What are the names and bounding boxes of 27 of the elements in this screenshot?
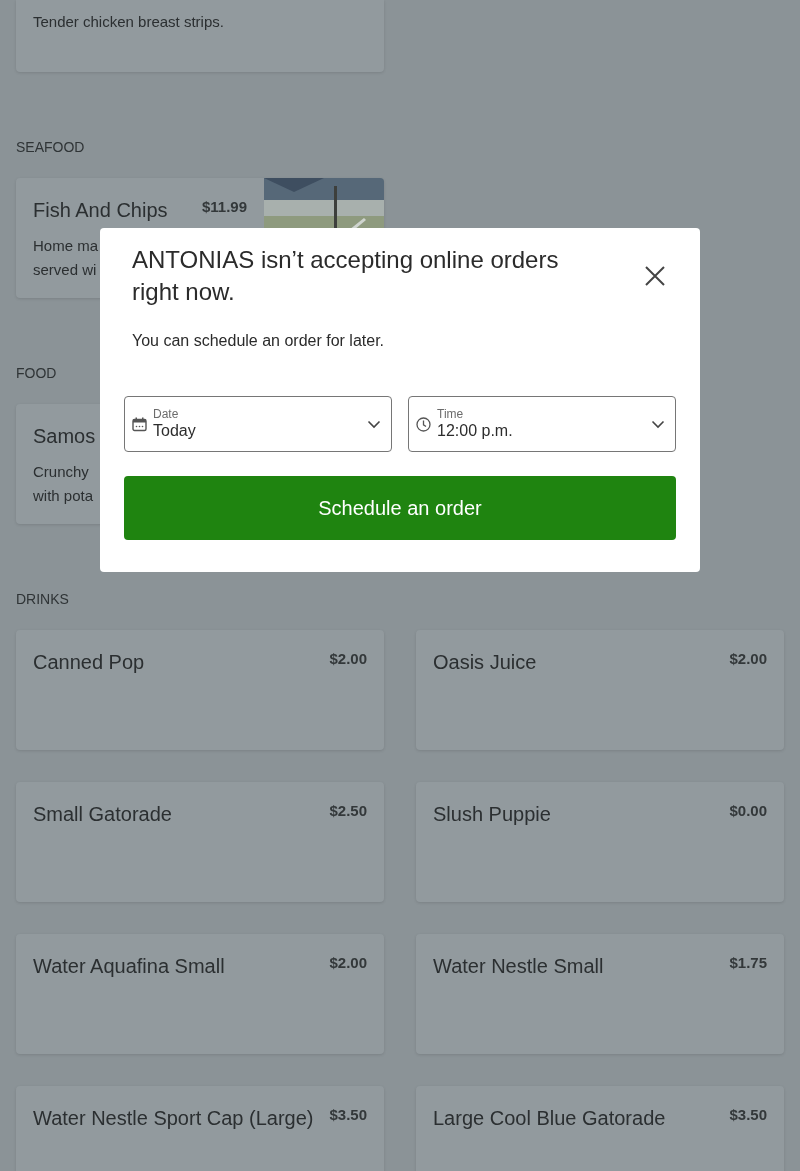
section-heading: SEAFOOD (16, 138, 86, 157)
section-heading: DRINKS (16, 590, 70, 609)
item-price: $3.50 (729, 1106, 767, 1123)
dialog-message: You can schedule an order for later. (132, 331, 386, 351)
item-price: $2.00 (729, 650, 767, 667)
item-price: $11.99 (201, 198, 247, 215)
item-name: Slush Puppie (433, 802, 551, 826)
item-description: Crunchy with pota (33, 462, 94, 506)
item-name: Large Cool Blue Gatorade (433, 1106, 666, 1130)
item-price: $0.00 (729, 802, 767, 819)
item-price: $2.00 (329, 650, 367, 667)
item-name: Water Aquafina Small (33, 954, 225, 978)
item-name: Small Gatorade (33, 802, 172, 826)
section-heading: FOOD (16, 364, 58, 383)
item-price: $3.50 (329, 1106, 367, 1123)
item-description: Home ma served wi (33, 236, 99, 280)
item-name: Water Nestle Sport Cap (Large) (33, 1106, 314, 1130)
item-name: Water Nestle Small (433, 954, 604, 978)
item-price: $1.75 (729, 954, 767, 971)
item-name: Oasis Juice (433, 650, 537, 674)
item-price: $2.50 (329, 802, 367, 819)
item-name: Canned Pop (33, 650, 145, 674)
item-name: Samos (33, 424, 96, 448)
item-description: Tender chicken breast strips. (33, 12, 224, 32)
dialog-title: ANTONIAS isn’t accepting online orders right now. (132, 245, 560, 307)
item-price: $2.00 (329, 954, 367, 971)
item-name: Fish And Chips (33, 198, 168, 222)
